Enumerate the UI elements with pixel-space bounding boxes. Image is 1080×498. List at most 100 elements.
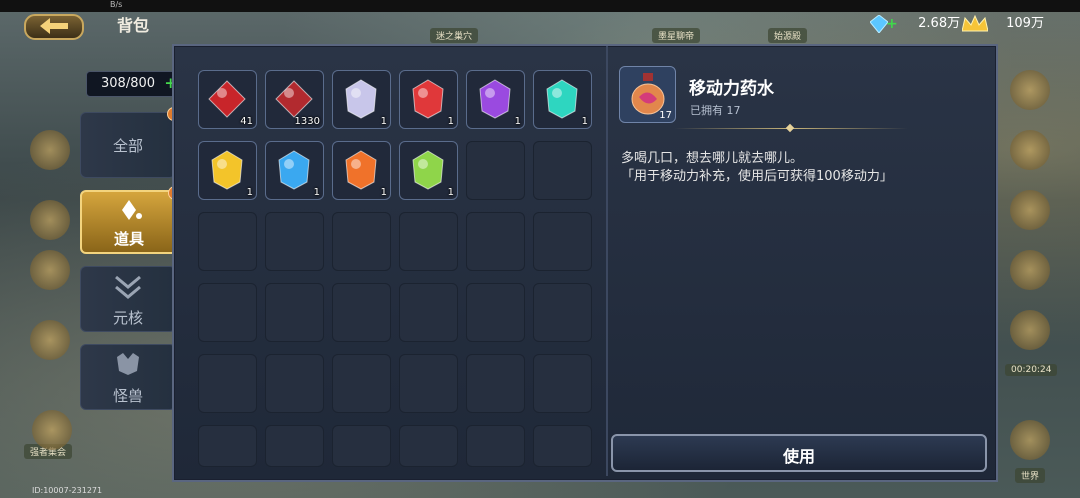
gold-resource: 109万 (962, 12, 1044, 33)
empty-slot (265, 212, 324, 271)
red-crystal-gem[interactable]: 1 (399, 70, 458, 129)
item-qty: 1 (313, 187, 320, 198)
use-button-label: 使用 (782, 447, 815, 466)
side-building-icon (1010, 250, 1050, 290)
empty-slot (332, 425, 391, 467)
green-leaf-gem[interactable]: 1 (399, 141, 458, 200)
left-menu-icon (30, 250, 70, 290)
item-qty: 1 (246, 187, 253, 198)
world-label: 世界 (1015, 468, 1046, 483)
core-tab-icon (115, 275, 141, 299)
crystal-resource: 2.68万 (870, 12, 960, 33)
tab-monster-label: 怪兽 (112, 387, 143, 405)
tab-all-label: 全部 (112, 137, 143, 155)
blue-leaf-gem[interactable]: 1 (265, 141, 324, 200)
items-tab-icon (122, 200, 142, 220)
empty-slot (198, 283, 257, 342)
tab-core[interactable]: 元核 (80, 266, 176, 332)
empty-slot (533, 354, 592, 413)
green-leaf-gem-icon (412, 150, 444, 190)
empty-slot (466, 141, 525, 200)
empty-slot (533, 425, 592, 467)
detail-item-qty: 17 (659, 110, 672, 121)
empty-slot (466, 212, 525, 271)
detail-owned-count: 已拥有 17 (690, 104, 741, 117)
orange-leaf-gem-icon (345, 150, 377, 190)
left-menu-icon (30, 320, 70, 360)
empty-slot (466, 283, 525, 342)
item-qty: 41 (240, 116, 253, 127)
empty-slot (265, 354, 324, 413)
side-building-icon (1010, 190, 1050, 230)
empty-slot (265, 283, 324, 342)
page-title: 背包 (117, 16, 150, 35)
cyan-crystal-gem[interactable]: 1 (533, 70, 592, 129)
item-qty: 1 (447, 116, 454, 127)
world-icon (1010, 420, 1050, 460)
empty-slot (466, 425, 525, 467)
red-mask-item-icon (275, 80, 313, 118)
back-button[interactable] (24, 14, 84, 40)
item-qty: 1 (380, 116, 387, 127)
potion-icon (631, 73, 665, 115)
red-mask-item[interactable]: 1330 (265, 70, 324, 129)
status-bar: B/s (0, 0, 1080, 12)
detail-description: 多喝几口，想去哪儿就去哪儿。 「用于移动力补充，使用后可获得100移动力」 (621, 150, 893, 186)
left-menu-icon (30, 130, 70, 170)
empty-slot (332, 212, 391, 271)
item-qty: 1 (447, 187, 454, 198)
tab-core-label: 元核 (112, 309, 143, 327)
empty-slot (332, 354, 391, 413)
empty-slot (399, 425, 458, 467)
item-qty: 1 (380, 187, 387, 198)
crystal-amount: 2.68万 (918, 16, 961, 31)
network-speed: B/s (110, 0, 123, 9)
gold-leaf-gem[interactable]: 1 (198, 141, 257, 200)
bag-capacity: 308/800 + (86, 71, 184, 97)
tab-items-label: 道具 (113, 230, 144, 248)
tab-all[interactable]: 全部 (80, 107, 181, 178)
timer-label: 00:20:24 (1005, 364, 1058, 376)
map-label-2: 墨星聊帝 (652, 28, 701, 43)
detail-item-name: 移动力药水 (689, 79, 774, 99)
side-building-icon (1010, 70, 1050, 110)
item-qty: 1330 (294, 116, 320, 127)
purple-crystal-gem[interactable]: 1 (466, 70, 525, 129)
purple-crystal-gem-icon (479, 79, 511, 119)
side-building-icon (1010, 310, 1050, 350)
orange-leaf-gem[interactable]: 1 (332, 141, 391, 200)
map-label-1: 迷之巢穴 (430, 28, 479, 43)
empty-slot (332, 283, 391, 342)
empty-slot (198, 212, 257, 271)
empty-slot (466, 354, 525, 413)
item-qty: 1 (514, 116, 521, 127)
blue-leaf-gem-icon (278, 150, 310, 190)
red-sword-item-icon (208, 80, 246, 118)
empty-slot (533, 283, 592, 342)
side-building-icon (1010, 130, 1050, 170)
empty-slot (533, 212, 592, 271)
user-id: ID:10007-231271 (32, 486, 103, 495)
empty-slot (533, 141, 592, 200)
empty-slot (399, 212, 458, 271)
detail-item-slot: 17 (619, 66, 676, 123)
item-qty: 1 (581, 116, 588, 127)
monster-tab-icon (117, 353, 139, 375)
white-rose-gem-icon (345, 79, 377, 119)
red-sword-item[interactable]: 41 (198, 70, 257, 129)
description-line: 多喝几口，想去哪儿就去哪儿。 (621, 151, 804, 166)
tab-monster[interactable]: 怪兽 (80, 344, 176, 410)
tab-items[interactable]: 道具 (80, 186, 182, 254)
add-crystal-button[interactable]: + (886, 16, 898, 32)
gold-amount: 109万 (1006, 16, 1044, 31)
use-button[interactable]: 使用 (611, 434, 987, 472)
gold-leaf-gem-icon (211, 150, 243, 190)
player-icon (32, 410, 72, 450)
empty-slot (198, 354, 257, 413)
map-label-3: 始源殿 (768, 28, 808, 43)
gold-crown-icon (962, 14, 988, 31)
red-crystal-gem-icon (412, 79, 444, 119)
empty-slot (265, 425, 324, 467)
white-rose-gem[interactable]: 1 (332, 70, 391, 129)
empty-slot (198, 425, 257, 467)
